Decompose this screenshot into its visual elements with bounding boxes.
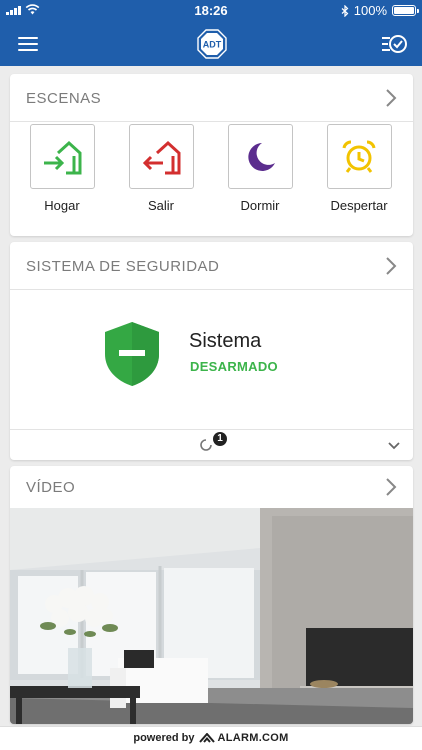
home-exit-icon [142, 140, 181, 174]
scene-dormir[interactable]: Dormir [220, 124, 300, 213]
bluetooth-icon [341, 4, 349, 17]
scene-dormir-label: Dormir [240, 198, 280, 213]
system-status: DESARMADO [190, 359, 278, 374]
alarm-com-mark-icon [199, 733, 216, 743]
scenes-card: ESCENAS Hogar Salir Dormir Despertar [10, 74, 413, 236]
scene-dormir-box [227, 124, 293, 189]
camera-video-thumbnail[interactable] [10, 508, 413, 724]
battery-icon [392, 5, 419, 16]
video-card: VÍDEO [10, 466, 413, 724]
app-bar: ADT [0, 22, 422, 66]
footer-content: powered by ALARM.COM [133, 732, 288, 744]
scene-salir[interactable]: Salir [121, 124, 201, 213]
security-title: SISTEMA DE SEGURIDAD [26, 258, 220, 275]
scene-salir-box [128, 124, 194, 189]
scenes-title: ESCENAS [26, 90, 102, 107]
scene-despertar-box [326, 124, 392, 189]
chevron-down-icon[interactable] [387, 439, 401, 453]
security-header[interactable]: SISTEMA DE SEGURIDAD [10, 242, 413, 290]
scene-despertar[interactable]: Despertar [319, 124, 399, 213]
security-footer: 1 [10, 429, 413, 460]
scene-hogar-label: Hogar [44, 198, 80, 213]
scene-hogar-box [29, 124, 95, 189]
home-enter-icon [44, 140, 82, 174]
video-header[interactable]: VÍDEO [10, 466, 413, 508]
scenes-header[interactable]: ESCENAS [10, 74, 413, 122]
status-right: 100% [341, 3, 419, 18]
tasks-check-button[interactable] [380, 32, 408, 56]
chevron-right-icon [386, 478, 397, 496]
adt-logo: ADT [197, 29, 227, 59]
system-name: Sistema [189, 330, 262, 352]
menu-button[interactable] [18, 34, 40, 54]
battery-percent: 100% [353, 3, 387, 18]
refresh-spinner-icon [200, 439, 212, 451]
alarm-com-text: ALARM.COM [217, 732, 289, 744]
scene-despertar-label: Despertar [330, 198, 388, 213]
scene-hogar[interactable]: Hogar [22, 124, 102, 213]
shield-disarmed-icon[interactable] [102, 320, 162, 388]
pending-count-badge: 1 [213, 432, 227, 446]
moon-icon [248, 142, 275, 171]
chevron-right-icon [386, 89, 397, 107]
scene-salir-label: Salir [147, 198, 174, 213]
powered-by-text: powered by [133, 732, 195, 744]
powered-by-footer: powered by ALARM.COM [0, 726, 422, 750]
checklist-icon [382, 35, 407, 53]
status-bar: 18:26 100% [0, 0, 422, 22]
logo-text: ADT [203, 40, 222, 50]
video-title: VÍDEO [26, 479, 76, 496]
alarm-clock-icon [342, 139, 376, 173]
alarm-com-logo: ALARM.COM [199, 732, 288, 744]
hamburger-icon [18, 37, 40, 51]
security-card: SISTEMA DE SEGURIDAD Sistema DESARMADO 1 [10, 242, 413, 460]
chevron-right-icon [386, 257, 397, 275]
